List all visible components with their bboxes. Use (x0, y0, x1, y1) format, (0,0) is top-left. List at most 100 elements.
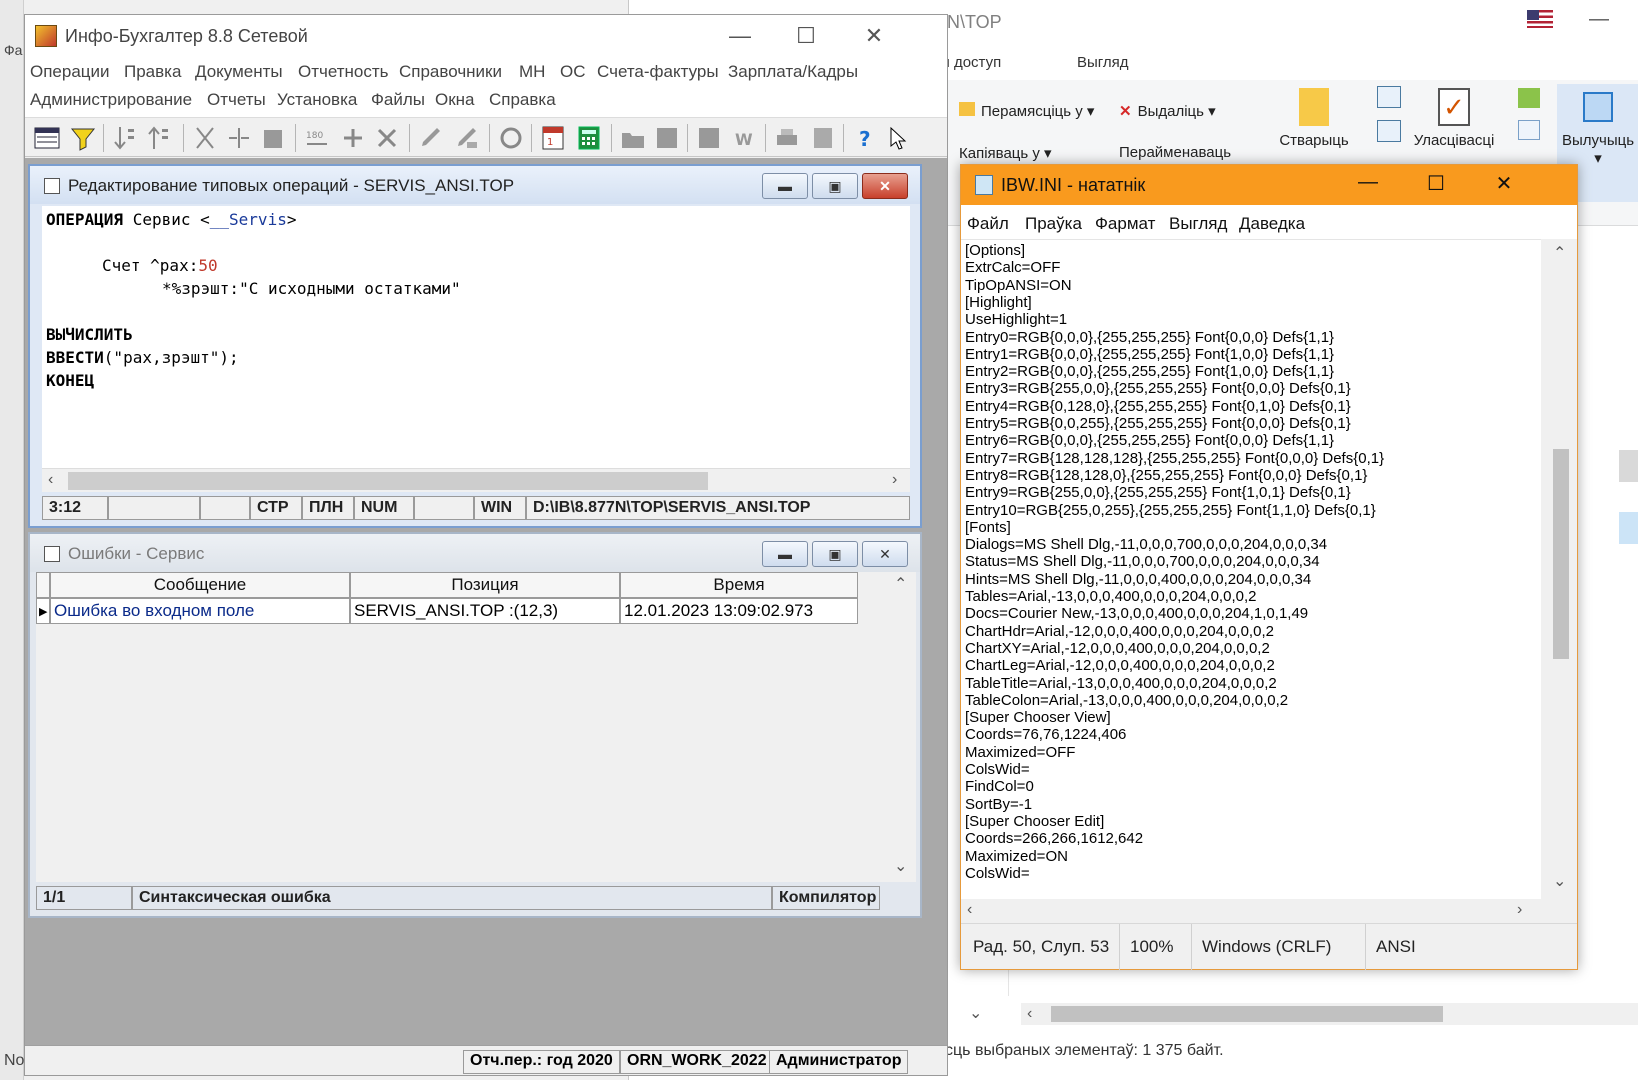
notepad-horizontal-scrollbar[interactable]: ‹ › (961, 899, 1577, 923)
minimize-icon[interactable]: — (1353, 171, 1383, 194)
scroll-right-icon[interactable]: › (1517, 901, 1522, 919)
menu-directories[interactable]: Справочники (399, 62, 502, 82)
menu-invoices[interactable]: Счета-фактуры (597, 62, 719, 82)
minimize-button[interactable]: ▬ (762, 173, 808, 199)
menu-format[interactable]: Фармат (1095, 214, 1155, 234)
minimize-icon[interactable]: — (1589, 8, 1609, 31)
text-line: Coords=266,266,1612,642 (965, 830, 1144, 848)
menu-file[interactable]: Файл (967, 214, 1009, 234)
text-line: Docs=Courier New,-13,0,0,0,400,0,0,0,204… (965, 605, 1309, 623)
document-icon[interactable] (695, 124, 723, 152)
scroll-down-icon[interactable]: ⌄ (1553, 871, 1566, 891)
menu-payroll[interactable]: Зарплата/Кадры (728, 62, 858, 82)
scroll-down-icon[interactable]: ⌄ (894, 856, 907, 876)
table-row[interactable]: ▶ Ошибка во входном поле SERVIS_ANSI.TOP… (36, 598, 882, 624)
menu-operations[interactable]: Операции (30, 62, 110, 82)
scroll-down-icon[interactable]: ⌄ (969, 1003, 982, 1023)
menu-edit[interactable]: Правка (124, 62, 181, 82)
editor-horizontal-scrollbar[interactable]: ‹ › (42, 468, 910, 492)
edit-doc-icon[interactable] (453, 124, 481, 152)
scroll-thumb[interactable] (68, 472, 708, 490)
menu-help[interactable]: Справка (489, 90, 556, 110)
print-icon[interactable] (773, 124, 801, 152)
open-folder-icon[interactable] (619, 124, 647, 152)
context-help-icon[interactable] (885, 124, 913, 152)
new-folder-button[interactable]: Стварыць (1269, 88, 1359, 149)
errors-vertical-scrollbar[interactable]: ⌃ ⌄ (884, 572, 914, 882)
delete-button[interactable]: ✕ Выдаліць ▾ (1119, 102, 1216, 120)
maximize-icon[interactable]: ☐ (791, 23, 821, 49)
scroll-thumb[interactable] (1553, 449, 1569, 659)
cut-icon[interactable] (191, 124, 219, 152)
column-header-time[interactable]: Время (620, 572, 858, 598)
notepad-text-area[interactable]: [Options] ExtrCalc=OFF TipOpANSI=ON [Highli… (961, 239, 1541, 899)
menu-help[interactable]: Даведка (1239, 214, 1305, 234)
help-icon[interactable]: ? (853, 124, 881, 152)
edit-pen-icon[interactable] (417, 124, 445, 152)
text-line: Entry3=RGB{255,0,0},{255,255,255} Font{0… (965, 380, 1351, 398)
error-position-cell[interactable]: SERVIS_ANSI.TOP :(12,3) (350, 598, 620, 624)
sort-down-icon[interactable] (111, 124, 139, 152)
filter-icon[interactable] (69, 124, 97, 152)
close-icon[interactable]: ✕ (859, 23, 889, 49)
scroll-up-icon[interactable]: ⌃ (1553, 243, 1566, 263)
tab-share[interactable]: ы доступ (939, 54, 1001, 71)
explorer-horizontal-scrollbar[interactable]: ‹ (1021, 1003, 1638, 1025)
calendar-icon[interactable]: 1 (539, 124, 567, 152)
close-button[interactable]: ✕ (862, 541, 908, 567)
tab-view[interactable]: Выгляд (1077, 54, 1129, 71)
menu-windows[interactable]: Окна (435, 90, 475, 110)
table-view-icon[interactable] (33, 124, 61, 152)
selected-file-row[interactable] (1619, 512, 1638, 544)
selected-file-row[interactable] (1619, 450, 1638, 482)
menu-reports[interactable]: Отчеты (207, 90, 266, 110)
refresh-icon[interactable] (497, 124, 525, 152)
open-buttons[interactable] (1509, 88, 1549, 140)
split-icon[interactable] (225, 124, 253, 152)
scroll-right-icon[interactable]: › (892, 471, 897, 489)
minimize-button[interactable]: ▬ (762, 541, 808, 567)
error-message-cell[interactable]: Ошибка во входном поле (50, 598, 350, 624)
delete-icon[interactable] (373, 124, 401, 152)
restore-button[interactable]: ▣ (812, 541, 858, 567)
calculator-icon[interactable] (575, 124, 603, 152)
format-icon[interactable]: 180 (303, 124, 331, 152)
code-editor[interactable]: ОПЕРАЦИЯ Сервис <__Servis> Счет ^рах:50 … (42, 206, 910, 468)
menu-os[interactable]: ОС (560, 62, 586, 82)
menu-administration[interactable]: Администрирование (30, 90, 192, 110)
menu-view[interactable]: Выгляд (1169, 214, 1227, 234)
menu-mn[interactable]: МН (519, 62, 545, 82)
scroll-up-icon[interactable]: ⌃ (894, 574, 907, 594)
menu-reporting[interactable]: Отчетность (298, 62, 389, 82)
close-icon[interactable]: ✕ (1489, 171, 1519, 196)
notepad-vertical-scrollbar[interactable]: ⌃ ⌄ (1541, 239, 1577, 899)
scroll-left-icon[interactable]: ‹ (1027, 1005, 1032, 1023)
text-line: Tables=Arial,-13,0,0,0,400,0,0,0,204,0,0… (965, 588, 1257, 605)
menu-setup[interactable]: Установка (277, 90, 357, 110)
restore-button[interactable]: ▣ (812, 173, 858, 199)
scroll-left-icon[interactable]: ‹ (967, 901, 972, 919)
close-button[interactable]: ✕ (862, 173, 908, 199)
menu-edit[interactable]: Праўка (1025, 214, 1082, 234)
rename-button[interactable]: Перайменаваць (1119, 144, 1231, 161)
menu-files[interactable]: Файлы (371, 90, 425, 110)
language-flag-icon[interactable] (1527, 10, 1553, 28)
scroll-thumb[interactable] (1051, 1006, 1443, 1022)
column-header-position[interactable]: Позиция (350, 572, 620, 598)
sort-up-icon[interactable] (145, 124, 173, 152)
add-icon[interactable] (339, 124, 367, 152)
error-time-cell[interactable]: 12.01.2023 13:09:02.973 (620, 598, 858, 624)
column-header-message[interactable]: Сообщение (50, 572, 350, 598)
menu-documents[interactable]: Документы (195, 62, 283, 82)
file-path: D:\IB\8.877N\TOP\SERVIS_ANSI.TOP (526, 496, 910, 520)
properties-button[interactable]: ✓ Уласцівасці (1399, 88, 1509, 149)
scroll-left-icon[interactable]: ‹ (48, 471, 53, 489)
copy-to-button[interactable]: Капіяваць у ▾ (959, 144, 1052, 162)
maximize-icon[interactable]: ☐ (1421, 171, 1451, 196)
paste-icon[interactable] (259, 124, 287, 152)
word-export-icon[interactable]: W (731, 124, 759, 152)
report-icon[interactable] (809, 124, 837, 152)
move-to-button[interactable]: Перамясціць у ▾ (959, 102, 1094, 120)
minimize-icon[interactable]: — (725, 23, 755, 49)
save-icon[interactable] (653, 124, 681, 152)
